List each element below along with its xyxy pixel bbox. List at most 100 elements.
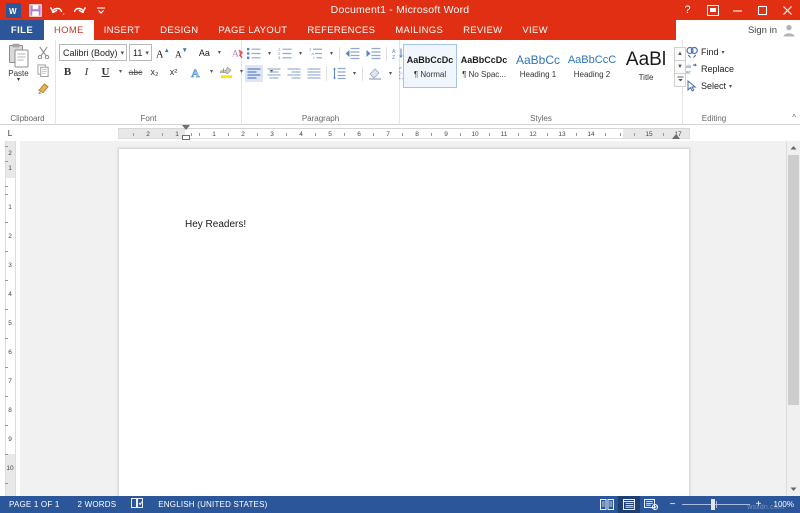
justify-button[interactable] — [305, 65, 323, 82]
minimize-button[interactable] — [725, 0, 750, 20]
collapse-ribbon-button[interactable]: ^ — [792, 113, 796, 122]
italic-button[interactable]: I — [78, 63, 95, 80]
bullets-caret-icon[interactable]: ▾ — [265, 45, 274, 62]
word-count[interactable]: 2 WORDS — [69, 500, 126, 509]
align-right-button[interactable] — [285, 65, 303, 82]
tab-review[interactable]: REVIEW — [453, 20, 512, 40]
font-name-combo[interactable]: Calibri (Body) ▾ — [59, 44, 127, 61]
zoom-out-button[interactable]: − — [666, 499, 680, 510]
style-heading-2[interactable]: AaBbCcC Heading 2 — [565, 44, 619, 88]
view-read-mode[interactable] — [596, 496, 618, 513]
vruler-tick: 5 — [0, 321, 20, 327]
signin-link[interactable]: Sign in — [748, 25, 777, 36]
align-left-button[interactable] — [245, 65, 263, 82]
align-center-button[interactable] — [265, 65, 283, 82]
shrink-font-button[interactable]: A▼ — [173, 44, 190, 61]
decrease-indent-button[interactable] — [343, 45, 362, 62]
view-print-layout[interactable] — [618, 496, 640, 513]
tab-home[interactable]: HOME — [44, 20, 94, 40]
vruler-tick: 6 — [0, 350, 20, 356]
zoom-slider-thumb[interactable] — [711, 499, 715, 510]
select-button[interactable]: Select ▾ — [686, 78, 734, 94]
paste-caret-icon[interactable]: ▾ — [17, 78, 20, 83]
tab-file[interactable]: FILE — [0, 20, 44, 40]
help-button[interactable]: ? — [675, 0, 700, 20]
find-caret-icon[interactable]: ▾ — [722, 49, 725, 56]
proofing-errors-icon[interactable] — [125, 498, 149, 511]
right-indent-marker[interactable] — [672, 134, 680, 139]
zoom-in-button[interactable]: + — [752, 499, 766, 510]
change-case-button[interactable]: Aa — [196, 44, 213, 61]
document-area[interactable]: Hey Readers! — [20, 141, 786, 496]
paste-button[interactable]: Paste ▾ — [3, 42, 34, 83]
tab-stop-selector[interactable]: L — [0, 125, 20, 141]
left-indent-marker[interactable] — [182, 135, 190, 140]
numbering-caret-icon[interactable]: ▾ — [296, 45, 305, 62]
tab-page-layout[interactable]: PAGE LAYOUT — [208, 20, 297, 40]
first-line-indent-marker[interactable] — [182, 125, 190, 130]
ribbon-display-options-icon[interactable] — [700, 0, 725, 20]
undo-icon[interactable] — [47, 1, 67, 19]
replace-button[interactable]: abac Replace — [686, 61, 734, 77]
multilevel-list-button[interactable]: 1ai — [307, 45, 325, 62]
scroll-down-icon[interactable] — [787, 482, 800, 496]
style-title[interactable]: AaBl Title — [619, 44, 673, 88]
find-button[interactable]: Find ▾ — [686, 44, 734, 60]
save-icon[interactable] — [25, 1, 45, 19]
vertical-ruler[interactable]: 2 1 1 2 3 4 5 6 7 8 9 10 — [0, 141, 20, 496]
select-caret-icon[interactable]: ▾ — [729, 83, 732, 90]
line-spacing-caret-icon[interactable]: ▾ — [350, 65, 359, 82]
grow-font-button[interactable]: A▲ — [154, 44, 171, 61]
format-painter-button[interactable] — [34, 80, 52, 97]
underline-caret-icon[interactable]: ▾ — [116, 63, 125, 80]
tab-mailings[interactable]: MAILINGS — [385, 20, 453, 40]
zoom-level[interactable]: 100% — [770, 500, 800, 509]
line-spacing-button[interactable] — [330, 65, 348, 82]
multilevel-caret-icon[interactable]: ▾ — [327, 45, 336, 62]
text-effects-button[interactable]: A — [188, 63, 205, 80]
underline-button[interactable]: U — [97, 63, 114, 80]
tab-references[interactable]: REFERENCES — [297, 20, 385, 40]
change-case-caret-icon[interactable]: ▾ — [215, 44, 224, 61]
change-case-label: Aa — [199, 48, 210, 58]
redo-icon[interactable] — [69, 1, 89, 19]
text-effects-caret-icon[interactable]: ▾ — [207, 63, 216, 80]
language-indicator[interactable]: ENGLISH (UNITED STATES) — [149, 500, 276, 509]
numbering-button[interactable]: 123 — [276, 45, 294, 62]
vertical-scrollbar[interactable] — [786, 141, 800, 496]
restore-button[interactable] — [750, 0, 775, 20]
page-indicator[interactable]: PAGE 1 OF 1 — [0, 500, 69, 509]
strikethrough-button[interactable]: abc — [127, 63, 144, 80]
bold-button[interactable]: B — [59, 63, 76, 80]
subscript-button[interactable]: x₂ — [146, 63, 163, 80]
scrollbar-thumb[interactable] — [788, 155, 799, 405]
document-page[interactable]: Hey Readers! — [118, 148, 690, 496]
horizontal-ruler[interactable]: 2 1 1 2 3 4 5 6 7 8 9 10 11 12 13 14 15 … — [118, 128, 690, 139]
word-logo-icon[interactable]: W — [3, 1, 23, 19]
style-heading-1[interactable]: AaBbCc Heading 1 — [511, 44, 565, 88]
avatar[interactable] — [782, 23, 796, 37]
chevron-down-icon[interactable]: ▾ — [118, 49, 125, 57]
highlight-button[interactable]: ab — [218, 63, 235, 80]
shading-caret-icon[interactable]: ▾ — [386, 65, 395, 82]
bullets-button[interactable] — [245, 45, 263, 62]
tab-view[interactable]: VIEW — [512, 20, 557, 40]
font-size-combo[interactable]: 11 ▾ — [129, 44, 152, 61]
increase-indent-button[interactable] — [364, 45, 383, 62]
superscript-button[interactable]: x² — [165, 63, 182, 80]
scroll-up-icon[interactable] — [787, 141, 800, 155]
tab-insert[interactable]: INSERT — [94, 20, 150, 40]
zoom-slider[interactable] — [682, 504, 750, 505]
view-web-layout[interactable] — [640, 496, 662, 513]
style-no-spacing[interactable]: AaBbCcDc ¶ No Spac... — [457, 44, 511, 88]
customize-qat-icon[interactable] — [91, 1, 111, 19]
shading-button[interactable] — [366, 65, 384, 82]
close-button[interactable] — [775, 0, 800, 20]
style-normal[interactable]: AaBbCcDc ¶ Normal — [403, 44, 457, 88]
document-body-text[interactable]: Hey Readers! — [185, 219, 246, 230]
cut-button[interactable] — [34, 44, 52, 61]
editing-group-label: Editing — [686, 112, 742, 125]
copy-button[interactable] — [34, 62, 52, 79]
tab-design[interactable]: DESIGN — [150, 20, 208, 40]
chevron-down-icon[interactable]: ▾ — [142, 49, 149, 57]
